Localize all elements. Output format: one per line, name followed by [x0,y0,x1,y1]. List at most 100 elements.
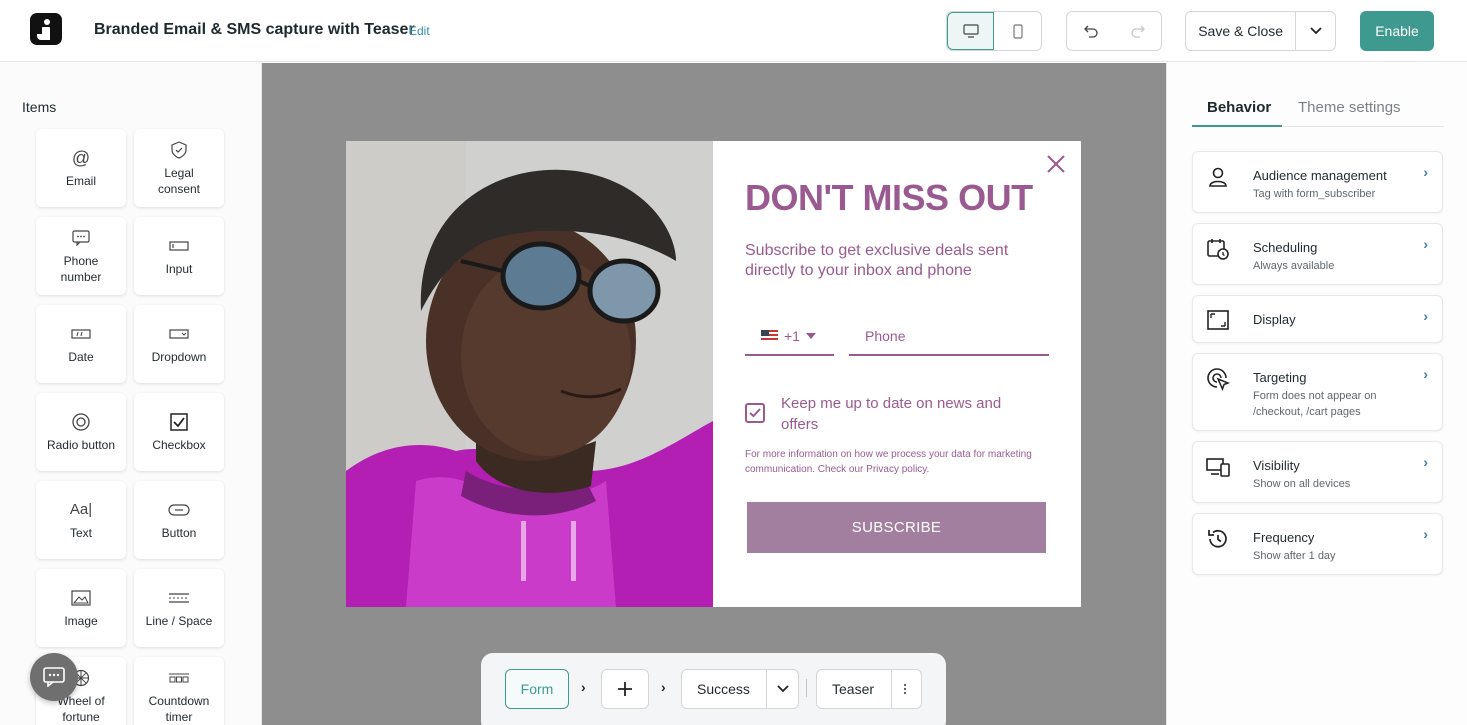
mobile-view-button[interactable] [994,12,1041,50]
chevron-down-icon[interactable] [777,685,789,693]
target-cursor-icon [1205,366,1231,392]
chevron-right-icon: › [1423,526,1428,542]
hero-photo[interactable] [346,141,713,607]
app-logo[interactable] [30,13,62,45]
consent-label: Keep me up to date on news and offers [781,395,1002,433]
item-text[interactable]: Aa| Text [36,481,126,559]
undo-button[interactable] [1067,12,1114,50]
step-success-label: Success [697,681,750,697]
at-icon: @ [71,148,91,168]
tab-theme-settings[interactable]: Theme settings [1298,99,1401,116]
form-steps-bar: Form › › Success Teaser [481,653,946,725]
enable-button[interactable]: Enable [1360,11,1434,51]
more-vertical-icon[interactable] [903,683,907,695]
save-controls: Save & Close [1185,11,1336,51]
divider [806,679,807,697]
item-dropdown[interactable]: Dropdown [134,305,224,383]
step-success[interactable]: Success [681,669,799,709]
chat-icon [43,667,65,687]
card-description: Always available [1253,260,1335,272]
support-chat-button[interactable] [30,653,78,701]
button-icon [168,499,190,521]
undo-icon [1083,25,1098,38]
phone-input[interactable]: Phone [849,317,1049,356]
item-line-space[interactable]: Line / Space [134,569,224,647]
radio-icon [71,411,91,433]
item-email[interactable]: @ Email [36,129,126,207]
add-step-button[interactable] [601,669,649,709]
display-frame-icon [1205,307,1231,333]
item-radio-button[interactable]: Radio button [36,393,126,471]
card-frequency[interactable]: Frequency Show after 1 day › [1192,513,1443,575]
line-space-icon [168,587,190,609]
date-icon [71,323,91,345]
redo-button[interactable] [1114,12,1161,50]
card-targeting[interactable]: Targeting Form does not appear on /check… [1192,353,1443,431]
card-title: Scheduling [1253,240,1318,255]
item-label: Phone number [60,254,102,284]
card-scheduling[interactable]: Scheduling Always available › [1192,223,1443,285]
checkmark-icon [749,408,761,418]
shield-check-icon [171,139,187,161]
item-label: Line / Space [145,614,213,628]
item-label: Image [64,614,98,628]
item-label: Checkbox [152,438,206,452]
card-description: Show on all devices [1253,478,1351,490]
tab-behavior[interactable]: Behavior [1207,99,1271,116]
editor-canvas: DON'T MISS OUT Subscribe to get exclusiv… [262,63,1166,725]
item-legal-consent[interactable]: Legal consent [134,129,224,207]
close-icon[interactable] [1045,153,1067,175]
item-image[interactable]: Image [36,569,126,647]
subscribe-button[interactable]: SUBSCRIBE [747,502,1046,553]
popup-subline: Subscribe to get exclusive deals sent di… [745,242,1009,279]
country-code-value: +1 [784,327,800,344]
us-flag-icon [761,330,778,341]
save-close-button[interactable]: Save & Close [1186,12,1297,50]
item-input[interactable]: Input [134,217,224,295]
card-title: Display [1253,312,1296,327]
item-countdown-timer[interactable]: Countdown timer [134,657,224,725]
step-teaser[interactable]: Teaser [816,669,922,709]
save-options-button[interactable] [1296,12,1335,50]
dropdown-icon [169,323,189,345]
step-form[interactable]: Form [505,669,569,709]
chevron-right-icon: › [1423,454,1428,470]
card-title: Audience management [1253,168,1387,183]
items-panel-title: Items [22,99,57,115]
country-code-select[interactable]: +1 [745,317,834,356]
popup-form-preview: DON'T MISS OUT Subscribe to get exclusiv… [346,141,1081,607]
item-label: Dropdown [151,350,207,364]
chevron-right-icon: › [1423,164,1428,180]
item-button[interactable]: Button [134,481,224,559]
item-label: Text [69,526,92,540]
card-visibility[interactable]: Visibility Show on all devices › [1192,441,1443,503]
caret-down-icon [805,332,816,339]
countdown-icon [168,667,190,689]
arrow-right-icon: › [661,679,666,695]
card-title: Targeting [1253,370,1307,385]
card-display[interactable]: Display › [1192,295,1443,343]
edit-title-link[interactable]: Edit [409,24,430,38]
settings-panel: Behavior Theme settings Audience managem… [1166,63,1467,725]
active-tab-indicator [1192,125,1282,127]
item-phone-number[interactable]: Phone number [36,217,126,295]
text-icon: Aa| [69,501,93,518]
consent-checkbox[interactable] [745,403,765,423]
items-panel: Items @ Email Legal consent Phone number… [0,63,262,725]
item-label: Button [161,526,197,540]
device-toggle [946,11,1042,51]
item-date[interactable]: Date [36,305,126,383]
card-title: Frequency [1253,530,1315,545]
item-label: Date [68,350,94,364]
history-icon [1205,526,1231,552]
popup-content: DON'T MISS OUT Subscribe to get exclusiv… [713,141,1081,607]
item-checkbox[interactable]: Checkbox [134,393,224,471]
image-icon [71,587,91,609]
card-audience-management[interactable]: Audience management Tag with form_subscr… [1192,151,1443,213]
calendar-clock-icon [1205,236,1231,262]
item-label: Countdown timer [148,694,210,724]
item-label: Legal consent [157,166,201,196]
card-description: Show after 1 day [1253,550,1336,562]
chevron-right-icon: › [1423,366,1428,382]
desktop-view-button[interactable] [947,12,995,50]
